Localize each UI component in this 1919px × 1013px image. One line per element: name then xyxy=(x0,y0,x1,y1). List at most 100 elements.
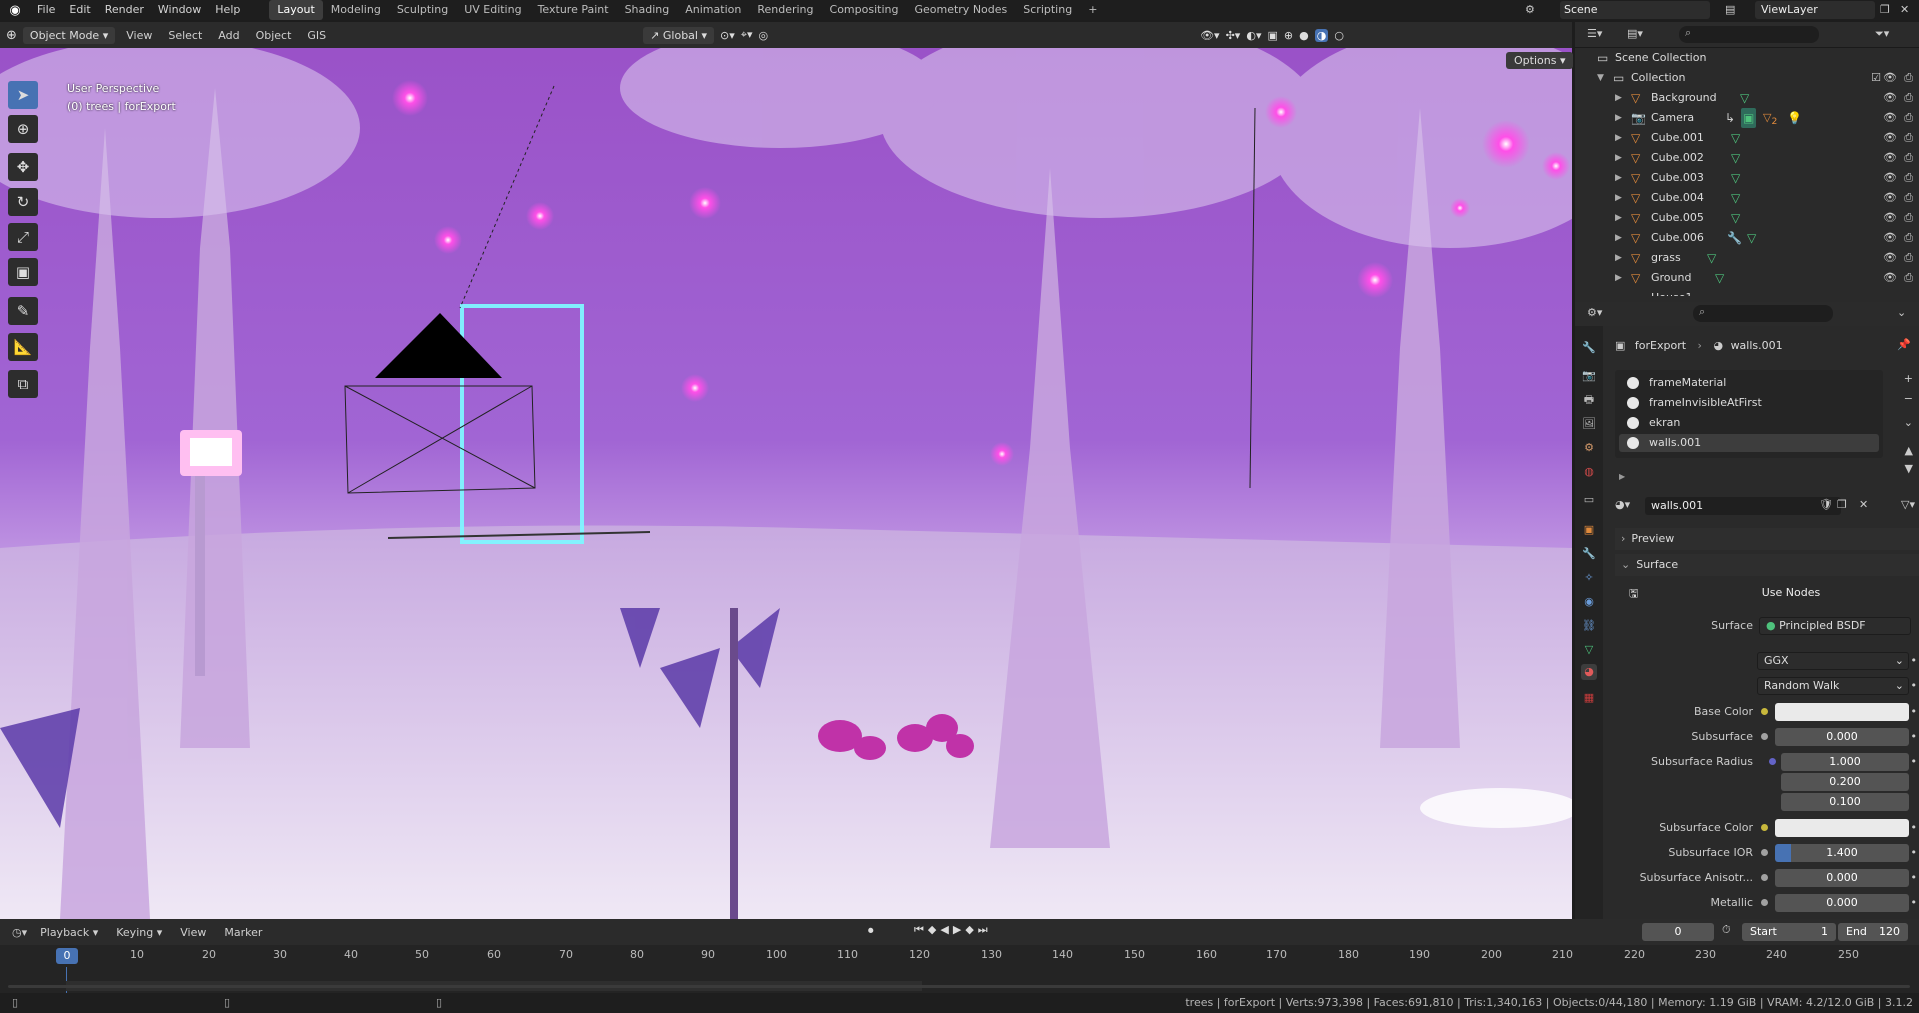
eye-icon[interactable]: 👁 xyxy=(1883,208,1897,228)
material-type-icon[interactable]: ▽▾ xyxy=(1901,498,1915,511)
move-slot-up-icon[interactable]: ▲ xyxy=(1905,444,1913,457)
subsurface-method-dropdown[interactable]: Random Walk ⌄ xyxy=(1757,677,1909,695)
eye-icon[interactable]: 👁 xyxy=(1883,68,1897,88)
camera-restrict-icon[interactable]: ⎙ xyxy=(1904,88,1913,108)
viewport-menu-object[interactable]: Object xyxy=(251,29,297,42)
expand-icon[interactable]: ▶ xyxy=(1615,168,1622,188)
close-icon[interactable]: ✕ xyxy=(1900,0,1909,20)
world-tab-icon[interactable]: ◍ xyxy=(1581,464,1597,480)
material-slot-item[interactable]: frameMaterial xyxy=(1619,374,1879,392)
use-nodes-button[interactable]: Use Nodes xyxy=(1675,583,1907,603)
prev-keyframe-icon[interactable]: ◆ xyxy=(928,923,940,936)
color-socket-icon[interactable] xyxy=(1761,824,1768,831)
outliner-row[interactable]: ▶ ▽ Cube.001 ▽ 👁 ⎙ xyxy=(1575,128,1919,148)
outliner-row[interactable]: House1 xyxy=(1575,288,1919,296)
visibility-icon[interactable]: 👁▾ xyxy=(1200,29,1220,42)
rotate-tool[interactable]: ↻ xyxy=(8,188,38,216)
keyframe-dot-icon[interactable]: • xyxy=(1911,651,1918,671)
keyframe-dot-icon[interactable]: • xyxy=(1911,893,1918,913)
keyframe-dot-icon[interactable]: • xyxy=(1911,752,1918,772)
eye-icon[interactable]: 👁 xyxy=(1883,168,1897,188)
camera-restrict-icon[interactable]: ⎙ xyxy=(1904,148,1913,168)
gizmo-icon[interactable]: ✣▾ xyxy=(1226,29,1241,42)
playhead-marker[interactable]: 0 xyxy=(56,948,78,964)
shading-rendered-icon[interactable]: ○ xyxy=(1334,29,1344,42)
expand-icon[interactable]: ▶ xyxy=(1615,228,1622,248)
outliner-row[interactable]: ▶ ▽ Cube.002 ▽ 👁 ⎙ xyxy=(1575,148,1919,168)
checkbox-icon[interactable]: ☑ xyxy=(1871,68,1881,88)
workspace-tab-shading[interactable]: Shading xyxy=(617,0,678,20)
camera-restrict-icon[interactable]: ⎙ xyxy=(1904,248,1913,268)
outliner-collection[interactable]: ▼ ▭ Collection ☑ 👁 ⎙ xyxy=(1575,68,1919,88)
value-socket-icon[interactable] xyxy=(1761,874,1768,881)
play-icon[interactable]: ▶ xyxy=(953,923,965,936)
object-mode-dropdown[interactable]: Object Mode ▾ xyxy=(22,26,116,44)
copy-layer-icon[interactable]: ❐ xyxy=(1880,0,1890,20)
keyframe-dot-icon[interactable]: • xyxy=(1911,702,1918,722)
outliner-row[interactable]: ▶ ▽ Ground ▽ 👁 ⎙ xyxy=(1575,268,1919,288)
subsurface-radius-z-field[interactable]: 0.100 xyxy=(1781,793,1909,811)
fake-user-shield-icon[interactable]: 🛡 xyxy=(1819,498,1833,511)
remove-slot-icon[interactable]: − xyxy=(1904,392,1913,405)
camera-restrict-icon[interactable]: ⎙ xyxy=(1904,188,1913,208)
metallic-field[interactable]: 0.000 xyxy=(1775,894,1909,912)
eye-icon[interactable]: 👁 xyxy=(1883,268,1897,288)
outliner-row[interactable]: ▶ ▽ grass ▽ 👁 ⎙ xyxy=(1575,248,1919,268)
scene-selector[interactable]: Scene xyxy=(1560,1,1710,19)
workspace-tab-uv-editing[interactable]: UV Editing xyxy=(456,0,529,20)
timeline-menu-playback[interactable]: Playback ▾ xyxy=(35,926,103,939)
jump-start-icon[interactable]: ⏮ xyxy=(914,923,928,936)
texture-tab-icon[interactable]: ▦ xyxy=(1581,690,1597,706)
proportional-edit-icon[interactable]: ◎ xyxy=(758,29,768,42)
timer-icon[interactable]: ⏱ xyxy=(1722,923,1731,937)
viewport-menu-select[interactable]: Select xyxy=(163,29,207,42)
expand-icon[interactable]: ▶ xyxy=(1615,268,1622,288)
start-frame-field[interactable]: Start 1 xyxy=(1742,923,1836,941)
workspace-tab-rendering[interactable]: Rendering xyxy=(749,0,821,20)
transform-tool[interactable]: ▣ xyxy=(8,258,38,286)
value-socket-icon[interactable] xyxy=(1761,899,1768,906)
surface-panel-header[interactable]: ⌄ Surface xyxy=(1615,554,1919,576)
output-tab-icon[interactable]: 🖶 xyxy=(1581,392,1597,408)
next-keyframe-icon[interactable]: ◆ xyxy=(965,923,977,936)
keyframe-dot-icon[interactable]: • xyxy=(1911,727,1918,747)
subsurface-anisotropy-field[interactable]: 0.000 xyxy=(1775,869,1909,887)
preview-panel-header[interactable]: › Preview xyxy=(1615,528,1919,550)
outliner-scene-collection[interactable]: ▭ Scene Collection xyxy=(1575,48,1919,68)
unlink-material-icon[interactable]: ✕ xyxy=(1859,498,1868,511)
eye-icon[interactable]: 👁 xyxy=(1883,148,1897,168)
menu-render[interactable]: Render xyxy=(98,0,151,20)
measure-tool[interactable]: 📐 xyxy=(8,333,38,361)
add-cube-tool[interactable]: ⧉ xyxy=(8,370,38,398)
end-frame-field[interactable]: End 120 xyxy=(1838,923,1908,941)
slot-menu-chevron-icon[interactable]: ⌄ xyxy=(1904,416,1913,429)
camera-restrict-icon[interactable]: ⎙ xyxy=(1904,208,1913,228)
timeline-menu-view[interactable]: View xyxy=(175,926,211,939)
timeline-menu-marker[interactable]: Marker xyxy=(219,926,267,939)
display-mode-icon[interactable]: ▤▾ xyxy=(1627,27,1643,40)
keyframe-dot-icon[interactable]: • xyxy=(1911,868,1918,888)
expand-icon[interactable]: ▶ xyxy=(1615,248,1622,268)
mesh-data-tab-icon[interactable]: ▽ xyxy=(1581,642,1597,658)
vector-socket-icon[interactable] xyxy=(1769,758,1776,765)
move-slot-down-icon[interactable]: ▼ xyxy=(1905,462,1913,475)
subsurface-ior-field[interactable]: 1.400 xyxy=(1775,844,1909,862)
scene-icon[interactable]: ⚙ xyxy=(1525,0,1535,20)
add-workspace-button[interactable]: + xyxy=(1080,0,1105,20)
eye-icon[interactable]: 👁 xyxy=(1883,188,1897,208)
workspace-tab-sculpting[interactable]: Sculpting xyxy=(389,0,456,20)
options-dropdown[interactable]: Options ▾ xyxy=(1506,52,1574,69)
select-box-tool[interactable]: ➤ xyxy=(8,81,38,109)
material-name-field[interactable]: walls.001 xyxy=(1645,497,1841,515)
view-layer-selector[interactable]: ViewLayer xyxy=(1755,1,1875,19)
jump-end-icon[interactable]: ⏭ xyxy=(978,923,992,936)
editor-type-icon[interactable]: ☰▾ xyxy=(1587,27,1602,40)
modifier-tab-icon[interactable]: 🔧 xyxy=(1581,546,1597,562)
camera-restrict-icon[interactable]: ⎙ xyxy=(1904,168,1913,188)
expand-icon[interactable]: ▶ xyxy=(1615,128,1622,148)
color-socket-icon[interactable] xyxy=(1761,708,1768,715)
workspace-tab-texture-paint[interactable]: Texture Paint xyxy=(530,0,617,20)
keyframe-dot-icon[interactable]: • xyxy=(1911,818,1918,838)
play-reverse-icon[interactable]: ◀ xyxy=(940,923,952,936)
shading-wireframe-icon[interactable]: ⊕ xyxy=(1284,29,1293,42)
